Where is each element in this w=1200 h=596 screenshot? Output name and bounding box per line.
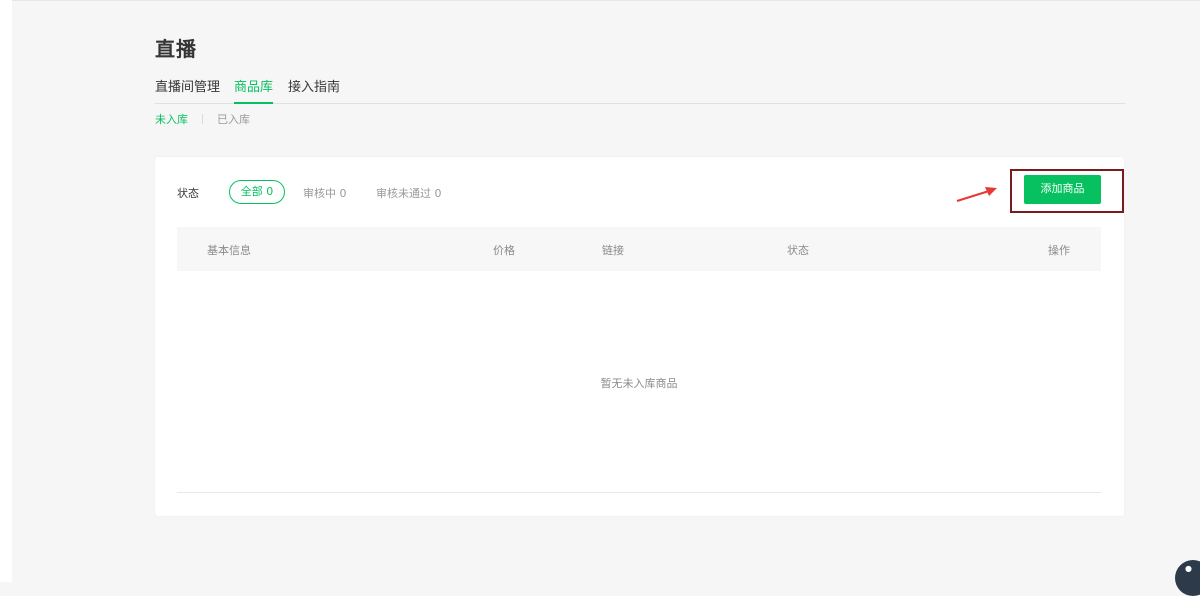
left-sidebar-strip — [0, 0, 12, 582]
table-header: 基本信息 价格 链接 状态 操作 — [177, 227, 1101, 271]
column-header-basic-info: 基本信息 — [207, 244, 251, 257]
add-product-button[interactable]: 添加商品 — [1024, 175, 1101, 204]
floating-action-icon[interactable]: ● — [1175, 560, 1200, 596]
column-header-status: 状态 — [787, 244, 809, 257]
top-divider — [0, 0, 1200, 1]
subtab-not-stocked[interactable]: 未入库 — [155, 112, 188, 128]
empty-state-text: 暂无未入库商品 — [600, 377, 678, 390]
filter-all[interactable]: 全部 0 — [229, 180, 285, 204]
column-header-actions: 操作 — [1048, 244, 1070, 257]
product-card: 状态 全部 0 审核中 0 审核未通过 0 添加商品 基本信息 价格 链接 状态… — [155, 157, 1124, 516]
table-bottom-border — [177, 492, 1101, 493]
column-header-link: 链接 — [602, 244, 624, 257]
tab-product-library[interactable]: 商品库 — [234, 78, 274, 104]
status-filter-label: 状态 — [177, 187, 199, 200]
main-tabs: 直播间管理 商品库 接入指南 — [155, 78, 1125, 104]
subtab-stocked[interactable]: 已入库 — [217, 112, 250, 128]
page-title: 直播 — [155, 37, 197, 61]
tab-live-room-management[interactable]: 直播间管理 — [155, 78, 220, 104]
floating-dot-icon: ● — [1185, 564, 1192, 573]
filter-reviewing[interactable]: 审核中 0 — [303, 185, 347, 201]
subtab-divider — [202, 114, 203, 124]
column-header-price: 价格 — [493, 244, 515, 257]
filter-rejected[interactable]: 审核未通过 0 — [376, 185, 442, 201]
tab-access-guide[interactable]: 接入指南 — [288, 78, 340, 104]
red-arrow-icon — [956, 187, 997, 202]
sub-tabs: 未入库 已入库 — [155, 112, 250, 128]
